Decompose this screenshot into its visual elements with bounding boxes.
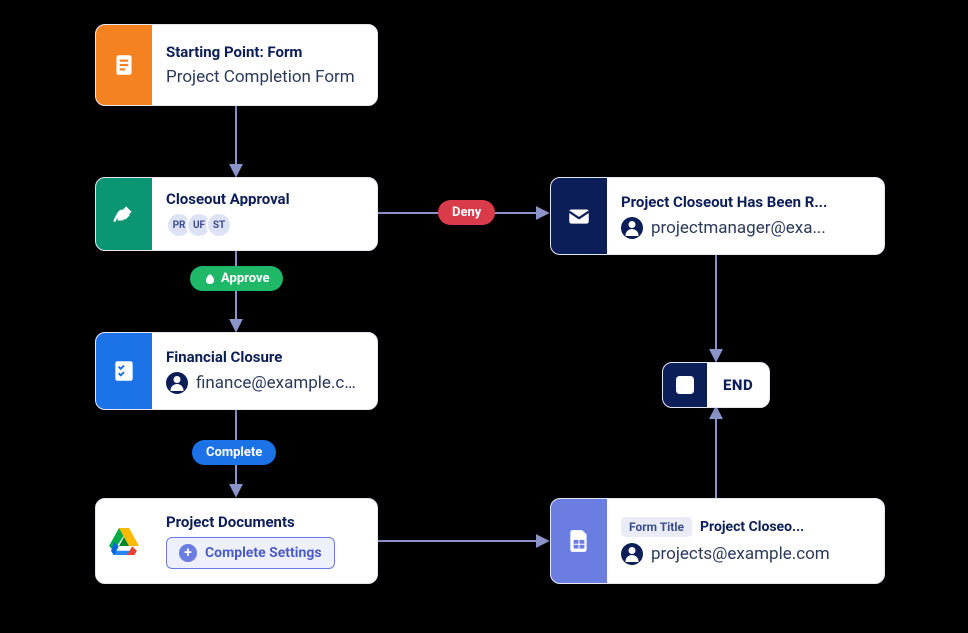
person-icon <box>621 543 643 565</box>
leaf-icon <box>204 273 216 285</box>
plus-icon: + <box>179 544 197 562</box>
form-icon <box>96 25 152 105</box>
form-title-tag: Form Title <box>621 517 692 537</box>
node-rejection-email[interactable]: Project Closeout Has Been R... projectma… <box>550 177 885 255</box>
node-financial-closure[interactable]: Financial Closure finance@example.com <box>95 332 378 410</box>
complete-settings-button[interactable]: + Complete Settings <box>166 537 335 569</box>
person-icon <box>166 372 188 394</box>
assignee-text: projectmanager@exa... <box>651 218 826 238</box>
pill-label: Approve <box>221 271 269 286</box>
node-sheet[interactable]: Form Title Project Closeo... projects@ex… <box>550 498 885 584</box>
node-title: Starting Point: Form <box>166 43 361 61</box>
node-title: Closeout Approval <box>166 190 361 206</box>
node-closeout-approval[interactable]: Closeout Approval PR UF ST <box>95 177 378 251</box>
node-starting-point[interactable]: Starting Point: Form Project Completion … <box>95 24 378 106</box>
checklist-icon <box>96 333 152 409</box>
spreadsheet-icon <box>551 499 607 583</box>
node-project-documents[interactable]: Project Documents + Complete Settings <box>95 498 378 584</box>
node-subtitle: Project Completion Form <box>166 67 361 87</box>
node-title: Financial Closure <box>166 348 361 366</box>
approve-pill[interactable]: Approve <box>190 266 283 291</box>
assignee-text: finance@example.com <box>196 373 361 393</box>
stop-icon <box>663 363 707 407</box>
google-drive-icon <box>96 499 152 583</box>
node-end[interactable]: END <box>662 362 770 408</box>
node-title: Project Documents <box>166 513 361 531</box>
pill-label: Complete <box>206 445 262 460</box>
assignee-chips: PR UF ST <box>166 212 361 238</box>
settings-label: Complete Settings <box>205 545 322 561</box>
node-title: Project Closeout Has Been R... <box>621 193 868 211</box>
complete-pill[interactable]: Complete <box>192 440 276 465</box>
form-title-value: Project Closeo... <box>700 519 804 535</box>
pill-label: Deny <box>452 205 481 220</box>
end-label: END <box>707 376 769 394</box>
signature-icon <box>96 178 152 250</box>
envelope-icon <box>551 178 607 254</box>
person-icon <box>621 217 643 239</box>
deny-pill[interactable]: Deny <box>438 200 495 225</box>
avatar-chip: ST <box>206 212 232 238</box>
assignee-text: projects@example.com <box>651 544 830 564</box>
